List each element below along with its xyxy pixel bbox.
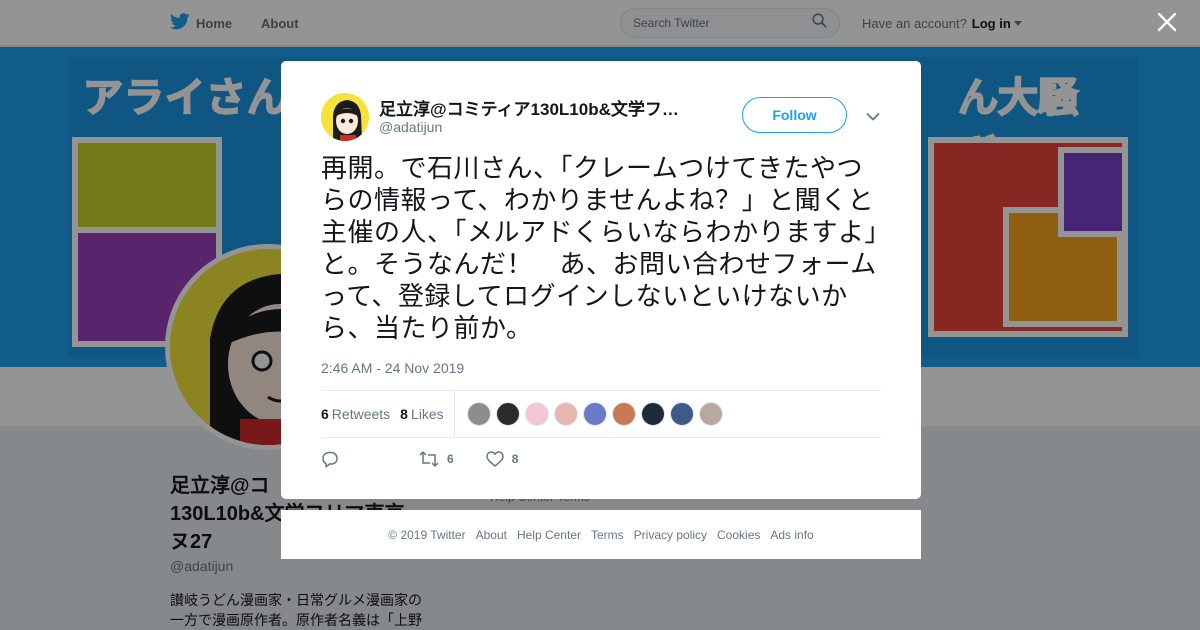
tweet-actions: 6 8: [321, 449, 550, 469]
tweet-timestamp[interactable]: 2:46 AM - 24 Nov 2019: [321, 360, 464, 376]
liker-avatar[interactable]: [466, 402, 491, 426]
like-count: 8: [511, 452, 519, 466]
footer-privacy-link[interactable]: Privacy policy: [634, 528, 707, 542]
stats-divider: [453, 391, 455, 437]
retweets-count: 6: [321, 406, 329, 422]
retweet-icon: [419, 451, 439, 467]
close-modal-button[interactable]: [1155, 12, 1179, 36]
retweet-button[interactable]: 6: [419, 451, 454, 467]
footer-about-link[interactable]: About: [476, 528, 507, 542]
liker-avatar[interactable]: [553, 402, 578, 426]
reply-button[interactable]: [321, 451, 339, 468]
chevron-down-icon[interactable]: [866, 109, 880, 127]
liker-avatars: [466, 402, 728, 426]
liker-avatar[interactable]: [495, 402, 520, 426]
liker-avatar[interactable]: [698, 402, 723, 426]
liker-avatar[interactable]: [669, 402, 694, 426]
retweet-count: 6: [447, 452, 454, 466]
modal-footer: © 2019 Twitter About Help Center Terms P…: [281, 510, 921, 559]
liker-avatar[interactable]: [640, 402, 665, 426]
tweet-text: 再開。で石川さん、「クレームつけてきたやつらの情報って、わかりませんよね？」と聞…: [321, 154, 879, 344]
footer-copyright: © 2019 Twitter: [388, 527, 466, 542]
liker-avatar[interactable]: [524, 402, 549, 426]
tweet-author-name[interactable]: 足立淳@コミティア130L10b&文学フリマ東京ヌ27: [379, 95, 689, 120]
footer-ads-link[interactable]: Ads info: [770, 528, 813, 542]
follow-button[interactable]: Follow: [742, 97, 847, 133]
liker-avatar[interactable]: [582, 402, 607, 426]
tweet-stats: 6 Retweets 8 Likes: [321, 390, 881, 438]
like-button[interactable]: 8: [485, 451, 519, 467]
reply-icon: [322, 451, 338, 468]
tweet-author-avatar[interactable]: [321, 93, 369, 141]
likes-count: 8: [400, 406, 408, 422]
close-icon: [1157, 12, 1177, 32]
avatar-artwork: [321, 93, 369, 141]
retweets-label: Retweets: [331, 406, 391, 422]
retweets-stat[interactable]: 6 Retweets: [321, 406, 390, 422]
likes-label: Likes: [410, 406, 444, 422]
tweet-author-handle[interactable]: @adatijun: [379, 119, 442, 135]
footer-help-link[interactable]: Help Center: [517, 528, 581, 542]
likes-stat[interactable]: 8 Likes: [400, 406, 443, 422]
heart-icon: [485, 451, 504, 467]
footer-terms-link[interactable]: Terms: [591, 528, 624, 542]
tweet-card: 足立淳@コミティア130L10b&文学フリマ東京ヌ27 @adatijun Fo…: [281, 61, 921, 499]
liker-avatar[interactable]: [611, 402, 636, 426]
footer-cookies-link[interactable]: Cookies: [717, 528, 760, 542]
